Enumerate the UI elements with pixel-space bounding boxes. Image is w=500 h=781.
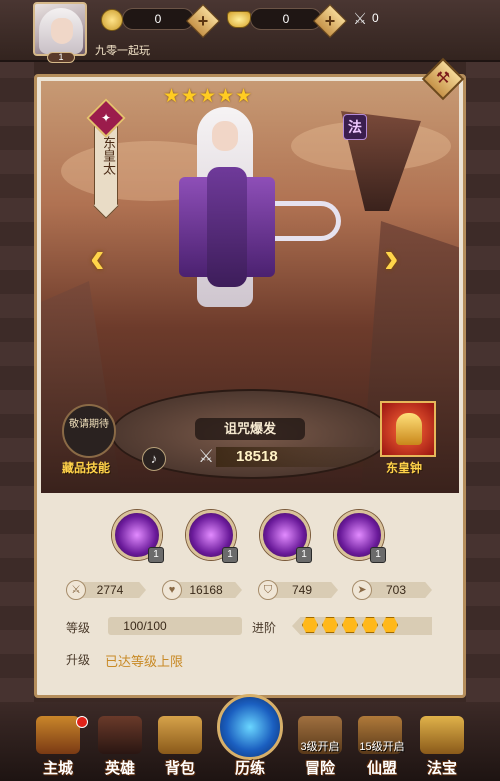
stat-defense: 749 ⛉ [258, 580, 342, 600]
stamina-value: 0 [372, 11, 379, 25]
fame-badge-text: 敬请期待 [69, 419, 109, 430]
stamina-counter: 0 [366, 8, 418, 30]
unlock-text: 15级开启 [359, 741, 405, 753]
skill-row: 1 1 1 1 [112, 510, 392, 566]
plus-icon: + [324, 11, 336, 31]
hero-power: ⚔ 18518 [196, 445, 376, 469]
stat-attack: 2774 ⚔ [66, 580, 150, 600]
nav-label: 背包 [164, 760, 195, 777]
sword-icon: ⚔ [66, 580, 86, 600]
bell-icon [396, 413, 422, 445]
star-icon: ★ [163, 86, 181, 107]
speaker-icon[interactable]: ♪ [142, 447, 166, 471]
nav-bag[interactable]: 背包 [152, 710, 208, 778]
stat-speed: 703 ➤ [352, 580, 436, 600]
skill-slot-1[interactable]: 1 [112, 510, 164, 563]
hero-face-icon [98, 716, 142, 754]
nav-label: 仙盟 [366, 760, 397, 777]
coin-counter: 0 [122, 8, 194, 30]
treasure-label: 东皇钟 [386, 461, 423, 475]
coin-icon [101, 9, 123, 31]
hero-name-banner: ✦ 东皇太 [86, 98, 126, 219]
star-icon: ★ [199, 86, 217, 107]
advance-label: 进阶 [252, 621, 277, 635]
avatar-face [51, 18, 73, 44]
boot-icon: ➤ [352, 580, 372, 600]
star-icon: ★ [217, 86, 235, 107]
hero-skill-display: 诅咒爆发 [195, 418, 305, 440]
player-avatar[interactable] [33, 2, 87, 56]
heart-icon: ♥ [162, 580, 182, 600]
skill-level: 1 [148, 547, 164, 563]
nav-training[interactable]: 历练 [222, 710, 278, 778]
upgrade-status: 已达等级上限 [105, 654, 184, 669]
hero-portrait [179, 107, 275, 317]
stat-hp: 16168 ♥ [162, 580, 246, 600]
upgrade-label: 升级 [66, 653, 91, 667]
skill-level: 1 [222, 547, 238, 563]
level-bar: 100/100 [108, 617, 242, 635]
skill-slot-3[interactable]: 1 [260, 510, 312, 563]
left-border [0, 62, 34, 702]
gourd-icon [420, 716, 464, 754]
player-name: 九零一起玩 [95, 45, 150, 57]
ingot-counter: 0 [250, 8, 322, 30]
ingot-value: 0 [282, 12, 290, 26]
hero-body [207, 167, 247, 287]
hero-class-badge: 法 [343, 114, 367, 140]
nav-label: 主城 [42, 760, 73, 777]
attack-value: 2774 [96, 583, 124, 597]
ingot-icon [227, 11, 251, 28]
hero-face [212, 121, 238, 151]
next-hero-arrow[interactable]: › [384, 236, 404, 282]
skill-slot-4[interactable]: 1 [334, 510, 386, 563]
bag-icon [158, 716, 202, 754]
level-value: 100/100 [123, 619, 167, 633]
shield-icon: ⛉ [258, 580, 278, 600]
unlock-text: 3级开启 [300, 741, 340, 753]
star-icon: ★ [235, 86, 253, 107]
palace-icon [36, 716, 80, 754]
plus-icon: + [197, 11, 209, 31]
nav-label: 法宝 [426, 760, 457, 777]
player-level-badge: 1 [47, 52, 75, 63]
fame-skill-label: 藏品技能 [62, 461, 111, 475]
star-icon: ★ [181, 86, 199, 107]
hp-value: 16168 [189, 583, 223, 597]
right-border [466, 62, 500, 702]
hero-star-rating: ★★★★★ [163, 86, 253, 108]
nav-label: 英雄 [104, 760, 135, 777]
notification-dot [76, 716, 88, 728]
app-root: { "player": { "level": "1", "name": "九零一… [0, 0, 500, 781]
nav-heroes[interactable]: 英雄 [92, 710, 148, 778]
defense-value: 749 [291, 583, 313, 597]
nav-label: 历练 [234, 760, 265, 777]
coin-value: 0 [154, 12, 162, 26]
fame-skill-badge[interactable]: 敬请期待 [62, 404, 116, 458]
treasure-slot[interactable] [380, 401, 436, 457]
skill-level: 1 [370, 547, 386, 563]
power-value: 18518 [236, 448, 278, 465]
level-label: 等级 [66, 621, 91, 635]
skill-level: 1 [296, 547, 312, 563]
nav-adventure[interactable]: 3级开启 冒险 [292, 710, 348, 778]
speed-value: 703 [385, 583, 407, 597]
nav-treasure[interactable]: 法宝 [414, 710, 470, 778]
crossed-swords-icon: ⚔ [198, 446, 215, 466]
hammer-icon: ⚒ [435, 70, 451, 87]
crossed-swords-icon: ⚔ [352, 11, 368, 28]
hero-name: 东皇太 [101, 136, 116, 175]
nav-guild[interactable]: 15级开启 仙盟 [352, 710, 412, 778]
nav-label: 冒险 [304, 760, 335, 777]
skill-slot-2[interactable]: 1 [186, 510, 238, 563]
prev-hero-arrow[interactable]: ‹ [90, 236, 110, 282]
